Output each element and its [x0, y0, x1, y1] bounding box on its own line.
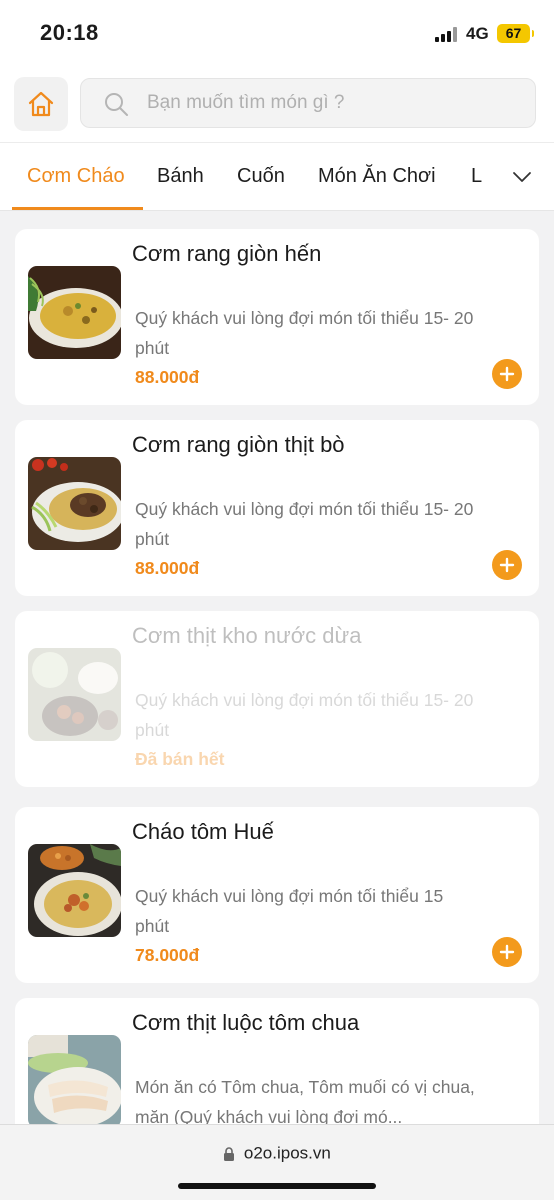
menu-item-card-sold-out: Cơm thịt kho nước dừa Quý khách vui lòng…: [15, 611, 539, 787]
chevron-down-icon: [513, 172, 531, 182]
item-description: Quý khách vui lòng đợi món tối thiểu 15-…: [135, 308, 474, 358]
tab-next[interactable]: L: [471, 143, 482, 210]
search-icon: [105, 93, 128, 116]
status-bar: 20:18 4G 67: [0, 0, 554, 70]
battery-icon: 67: [497, 24, 534, 43]
tab-cuon[interactable]: Cuốn: [237, 143, 285, 210]
plus-icon: [499, 944, 515, 960]
plus-icon: [499, 557, 515, 573]
item-price: 78.000đ: [135, 945, 200, 965]
food-image: [28, 648, 121, 741]
menu-item-card[interactable]: Cơm rang giòn thịt bò Quý khách vui lòng…: [15, 420, 539, 596]
home-icon: [28, 91, 54, 117]
food-image: [28, 844, 121, 937]
lock-icon: [224, 1146, 235, 1161]
food-image: [28, 457, 121, 550]
sold-out-label: Đã bán hết: [135, 749, 225, 769]
item-name: Cơm thịt kho nước dừa: [132, 623, 362, 648]
url-display[interactable]: o2o.ipos.vn: [0, 1143, 554, 1164]
item-name: Cơm rang giòn hến: [132, 241, 322, 266]
signal-icon: [435, 26, 461, 42]
tab-com-chao[interactable]: Cơm Cháo: [27, 143, 125, 210]
search-box[interactable]: [80, 78, 536, 128]
search-input[interactable]: [147, 79, 517, 127]
add-to-cart-button[interactable]: [492, 359, 522, 389]
item-description: Quý khách vui lòng đợi món tối thiểu 15-…: [135, 499, 474, 549]
item-description: Quý khách vui lòng đợi món tối thiểu 15-…: [135, 690, 474, 740]
item-price: 88.000đ: [135, 367, 200, 387]
add-to-cart-button[interactable]: [492, 550, 522, 580]
browser-address-bar[interactable]: o2o.ipos.vn: [0, 1124, 554, 1200]
food-image: [28, 266, 121, 359]
network-type: 4G: [466, 24, 489, 43]
tab-banh[interactable]: Bánh: [157, 143, 204, 210]
menu-item-card[interactable]: Cơm rang giòn hến Quý khách vui lòng đợi…: [15, 229, 539, 405]
tab-mon-an-choi[interactable]: Món Ăn Chơi: [318, 143, 436, 210]
food-image: [28, 1035, 121, 1128]
item-name: Cơm rang giòn thịt bò: [132, 432, 345, 457]
item-name: Cơm thịt luộc tôm chua: [132, 1010, 360, 1035]
item-description: Quý khách vui lòng đợi món tối thiểu 15 …: [135, 886, 444, 936]
item-price: 88.000đ: [135, 558, 200, 578]
more-tabs-button[interactable]: [490, 143, 554, 210]
status-time: 20:18: [40, 20, 99, 45]
item-description: Món ăn có Tôm chua, Tôm muối có vị chua,…: [135, 1077, 475, 1127]
home-indicator: [178, 1183, 376, 1189]
category-tabs: Cơm Cháo Bánh Cuốn Món Ăn Chơi L: [0, 142, 554, 211]
add-to-cart-button[interactable]: [492, 937, 522, 967]
active-tab-indicator: [12, 207, 143, 210]
home-button[interactable]: [14, 77, 68, 131]
top-bar: [0, 70, 554, 142]
menu-item-card[interactable]: Cháo tôm Huế Quý khách vui lòng đợi món …: [15, 807, 539, 983]
item-name: Cháo tôm Huế: [132, 819, 274, 844]
url-text: o2o.ipos.vn: [243, 1143, 331, 1163]
plus-icon: [499, 366, 515, 382]
